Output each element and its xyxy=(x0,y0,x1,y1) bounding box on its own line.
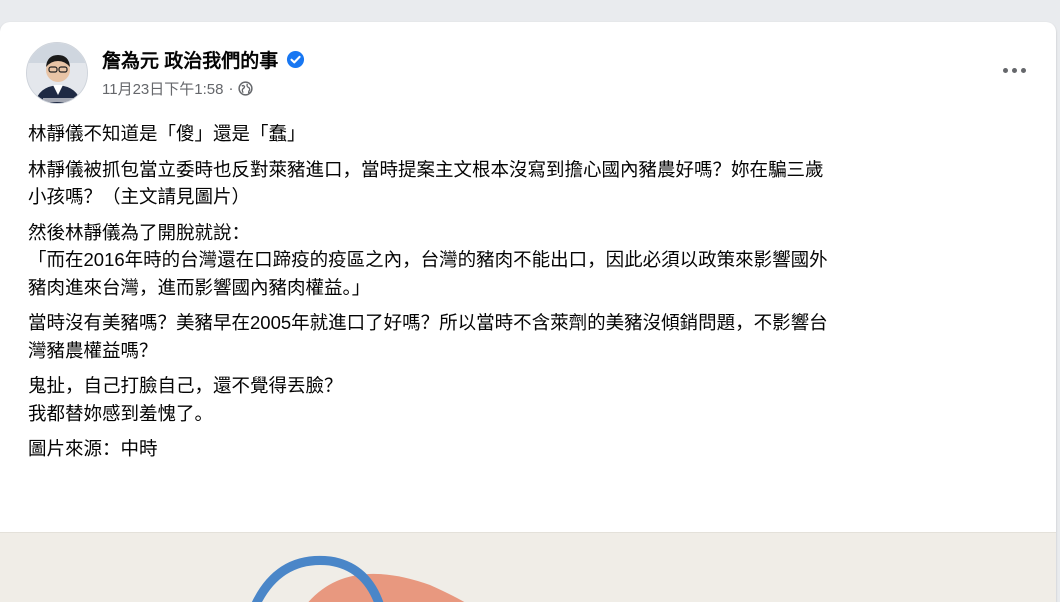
post-header: 詹為元 政治我們的事 11月23日下午1:58 · xyxy=(26,40,1026,104)
image-source-credit: 圖片來源：中時 xyxy=(28,438,158,459)
verified-badge-icon xyxy=(286,50,305,69)
post-paragraph: 林靜儀不知道是「傻」還是「蠢」 xyxy=(28,123,306,144)
post-body: 林靜儀不知道是「傻」還是「蠢」 林靜儀被抓包當立委時也反對萊豬進口，當時提案主文… xyxy=(28,120,1038,471)
more-options-button[interactable] xyxy=(996,52,1032,88)
globe-icon[interactable] xyxy=(238,81,254,96)
post-paragraph: 鬼扯，自己打臉自己，還不覺得丟臉？ 我都替妳感到羞愧了。 xyxy=(28,375,343,424)
meta-separator: · xyxy=(228,80,234,97)
post-paragraph: 林靜儀被抓包當立委時也反對萊豬進口，當時提案主文根本沒寫到擔心國內豬農好嗎？妳在… xyxy=(28,158,824,208)
post-paragraph: 當時沒有美豬嗎？美豬早在2005年就進口了好嗎？所以當時不含萊劑的美豬沒傾銷問題… xyxy=(28,312,828,361)
author-row: 詹為元 政治我們的事 xyxy=(102,46,305,73)
author-name[interactable]: 詹為元 政治我們的事 xyxy=(102,46,278,73)
more-options-icon xyxy=(1002,67,1026,73)
post-timestamp[interactable]: 11月23日下午1:58 xyxy=(102,78,223,99)
post-image-graphic xyxy=(251,555,465,602)
post-meta: 11月23日下午1:58 · xyxy=(102,78,254,99)
avatar-image xyxy=(27,43,87,103)
post-image[interactable] xyxy=(0,532,1056,602)
author-avatar[interactable] xyxy=(26,42,88,104)
post-card: 詹為元 政治我們的事 11月23日下午1:58 · 林靜儀不知道是「傻」還是「蠢… xyxy=(0,22,1056,602)
post-paragraph: 然後林靜儀為了開脫就說： 「而在2016年時的台灣還在口蹄疫的疫區之內，台灣的豬… xyxy=(28,221,828,298)
